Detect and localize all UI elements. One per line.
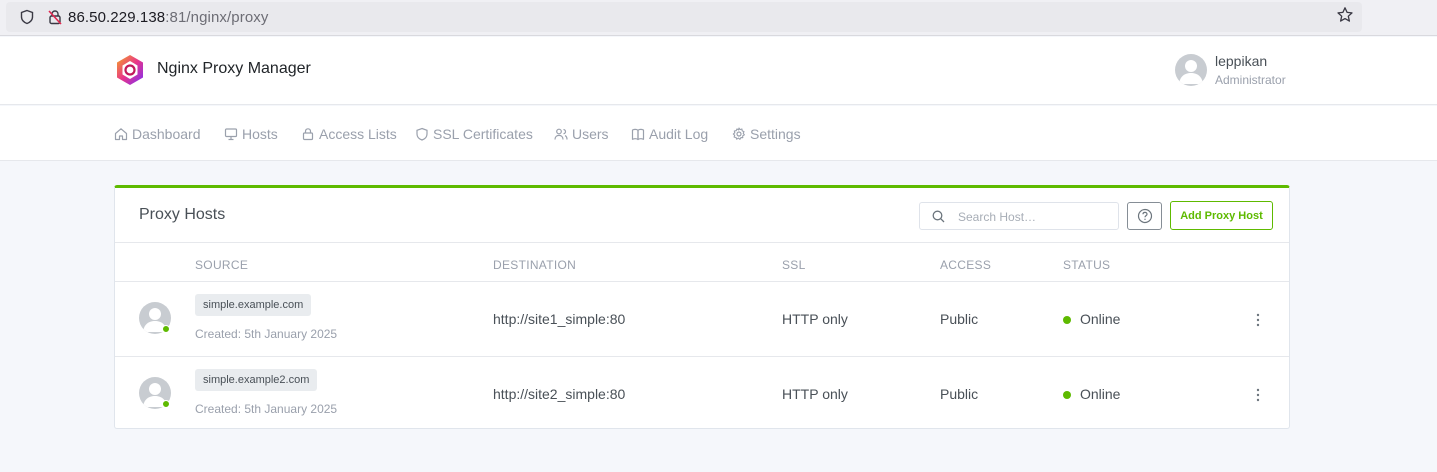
nav-label: Audit Log (649, 126, 709, 142)
access-cell: Public (940, 386, 979, 402)
owner-online-dot (162, 325, 170, 333)
nav-access-lists[interactable]: Access Lists (301, 124, 397, 144)
url-text[interactable]: 86.50.229.138:81/nginx/proxy (68, 9, 268, 26)
table-row[interactable]: simple.example.com Created: 5th January … (115, 282, 1289, 357)
main-nav: Dashboard Hosts Access Lists SSL Certifi… (0, 106, 1437, 161)
ssl-cell: HTTP only (782, 311, 848, 327)
add-proxy-host-button[interactable]: Add Proxy Host (1170, 201, 1273, 230)
nav-label: SSL Certificates (433, 126, 533, 142)
page-title: Proxy Hosts (139, 206, 226, 223)
nav-dashboard[interactable]: Dashboard (114, 124, 201, 144)
status-dot (1063, 316, 1071, 324)
browser-toolbar: 86.50.229.138:81/nginx/proxy (0, 0, 1437, 36)
domain-tag[interactable]: simple.example.com (195, 294, 312, 316)
book-icon (631, 128, 645, 141)
user-name[interactable]: leppikan (1215, 53, 1267, 69)
created-date: Created: 5th January 2025 (195, 402, 338, 416)
created-date: Created: 5th January 2025 (195, 327, 338, 341)
users-icon (554, 128, 568, 140)
ssl-cell: HTTP only (782, 386, 848, 402)
column-header-source: SOURCE (195, 258, 249, 272)
domain-tag[interactable]: simple.example2.com (195, 369, 318, 391)
nav-ssl-certificates[interactable]: SSL Certificates (415, 124, 533, 144)
lock-icon (302, 128, 314, 141)
help-icon (1137, 208, 1152, 224)
shield-icon (416, 127, 428, 141)
insecure-lock-icon[interactable] (47, 9, 63, 25)
card-header: Proxy Hosts Add Proxy Host (115, 188, 1289, 243)
nav-label: Users (572, 126, 609, 142)
avatar-person-icon (1179, 60, 1203, 84)
status-dot (1063, 391, 1071, 399)
row-menu-icon[interactable] (1252, 312, 1264, 328)
nav-audit-log[interactable]: Audit Log (631, 124, 708, 144)
nginx-proxy-manager-logo-icon[interactable] (115, 54, 145, 86)
nav-settings[interactable]: Settings (732, 124, 801, 144)
url-host: 86.50.229.138 (68, 9, 166, 26)
proxy-hosts-card: Proxy Hosts Add Proxy Host SOURCE DESTIN… (114, 185, 1290, 429)
url-path: :81/nginx/proxy (165, 9, 269, 26)
nav-label: Settings (750, 126, 801, 142)
nav-label: Hosts (242, 126, 278, 142)
monitor-icon (224, 128, 238, 141)
home-icon (114, 128, 128, 141)
nav-hosts[interactable]: Hosts (224, 124, 278, 144)
user-role: Administrator (1215, 73, 1286, 87)
nav-users[interactable]: Users (554, 124, 609, 144)
column-header-ssl: SSL (782, 258, 806, 272)
column-header-status: STATUS (1063, 258, 1111, 272)
access-cell: Public (940, 311, 979, 327)
brand-name[interactable]: Nginx Proxy Manager (157, 60, 311, 78)
gear-icon (732, 127, 745, 140)
nav-label: Access Lists (319, 126, 397, 142)
search-box[interactable] (919, 202, 1119, 230)
nav-label: Dashboard (132, 126, 201, 142)
row-menu-icon[interactable] (1252, 387, 1264, 403)
user-avatar[interactable] (1175, 54, 1207, 86)
help-button[interactable] (1127, 202, 1162, 230)
search-input[interactable] (958, 207, 1108, 227)
bookmark-star-icon[interactable] (1336, 6, 1354, 24)
destination-cell: http://site2_simple:80 (493, 386, 626, 402)
destination-cell: http://site1_simple:80 (493, 311, 626, 327)
status-cell: Online (1080, 386, 1121, 402)
owner-online-dot (162, 400, 170, 408)
tracking-protection-icon[interactable] (19, 9, 35, 25)
status-cell: Online (1080, 311, 1121, 327)
column-header-destination: DESTINATION (493, 258, 577, 272)
address-bar[interactable]: 86.50.229.138:81/nginx/proxy (6, 2, 1362, 32)
table-row[interactable]: simple.example2.com Created: 5th January… (115, 357, 1289, 432)
search-icon (932, 210, 945, 223)
column-header-access: ACCESS (940, 258, 992, 272)
app-header: Nginx Proxy Manager leppikan Administrat… (0, 37, 1437, 105)
